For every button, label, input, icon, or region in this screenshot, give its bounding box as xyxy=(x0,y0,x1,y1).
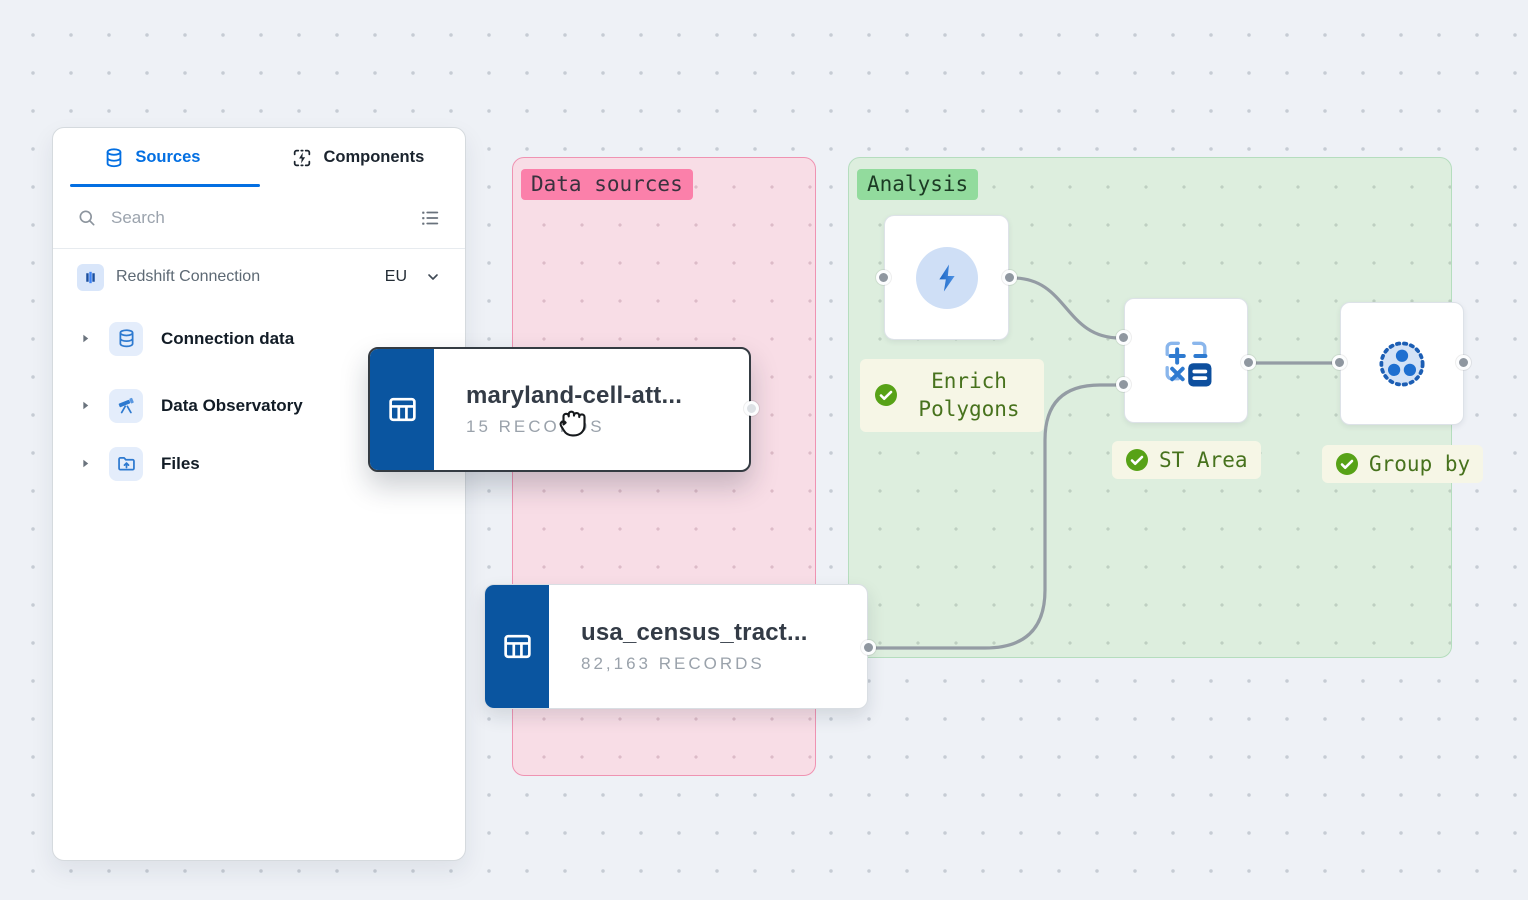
redshift-icon xyxy=(77,264,104,291)
status-label: ST Area xyxy=(1159,446,1248,474)
st-area-status-badge: ST Area xyxy=(1112,441,1261,479)
usa-output-port[interactable] xyxy=(861,640,876,655)
status-label: Group by xyxy=(1369,450,1470,478)
starea-output-port[interactable] xyxy=(1241,355,1256,370)
st-area-icon xyxy=(1155,330,1217,392)
source-node-records: 82,163 RECORDS xyxy=(581,654,867,674)
folder-upload-icon xyxy=(109,447,143,481)
enrich-output-port[interactable] xyxy=(1002,270,1017,285)
search-icon xyxy=(77,208,97,228)
source-node-title: maryland-cell-att... xyxy=(466,382,749,410)
tab-sources[interactable]: Sources xyxy=(53,128,251,187)
sidebar-item-label: Files xyxy=(161,454,200,474)
database-icon xyxy=(103,147,125,169)
starea-input-port-1[interactable] xyxy=(1116,330,1131,345)
source-node-records: 15 RECORDS xyxy=(466,417,749,437)
group-by-status-badge: Group by xyxy=(1322,445,1483,483)
source-node-title: usa_census_tract... xyxy=(581,619,867,647)
maryland-output-port[interactable] xyxy=(744,401,759,416)
sidebar-item-label: Data Observatory xyxy=(161,396,303,416)
chevron-down-icon[interactable] xyxy=(425,269,441,285)
chevron-right-icon[interactable] xyxy=(79,457,95,470)
status-label: Enrich Polygons xyxy=(908,367,1030,424)
grab-cursor-icon xyxy=(552,400,592,440)
table-icon xyxy=(370,349,434,470)
sources-panel: Sources Components xyxy=(52,127,466,861)
workflow-canvas[interactable]: Data sources Analysis xyxy=(0,0,1528,900)
active-tab-underline xyxy=(70,184,260,187)
search-input[interactable] xyxy=(111,208,405,228)
connection-region: EU xyxy=(385,268,407,286)
components-icon xyxy=(291,147,313,169)
enrich-polygons-node[interactable] xyxy=(884,215,1009,340)
search-bar xyxy=(53,187,465,249)
chevron-right-icon[interactable] xyxy=(79,332,95,345)
connection-name: Redshift Connection xyxy=(116,268,373,286)
check-circle-icon xyxy=(1335,452,1359,476)
usa-census-source-node[interactable]: usa_census_tract... 82,163 RECORDS xyxy=(484,584,868,709)
check-circle-icon xyxy=(874,383,898,407)
list-view-icon[interactable] xyxy=(419,207,441,229)
groupby-output-port[interactable] xyxy=(1456,355,1471,370)
lightning-icon xyxy=(916,247,978,309)
analysis-group-label: Analysis xyxy=(857,169,978,200)
st-area-node[interactable] xyxy=(1124,298,1248,423)
data-sources-group-label: Data sources xyxy=(521,169,693,200)
tab-components[interactable]: Components xyxy=(251,128,465,187)
enrich-input-port[interactable] xyxy=(876,270,891,285)
starea-input-port-2[interactable] xyxy=(1116,377,1131,392)
groupby-input-port[interactable] xyxy=(1332,355,1347,370)
database-icon xyxy=(109,322,143,356)
tab-components-label: Components xyxy=(323,148,424,167)
sidebar-item-label: Connection data xyxy=(161,329,294,349)
table-icon xyxy=(485,585,549,708)
chevron-right-icon[interactable] xyxy=(79,399,95,412)
enrich-polygons-status-badge: Enrich Polygons xyxy=(860,359,1044,432)
check-circle-icon xyxy=(1125,448,1149,472)
group-by-icon xyxy=(1369,331,1435,397)
panel-tabs: Sources Components xyxy=(53,128,465,187)
group-by-node[interactable] xyxy=(1340,302,1464,425)
connection-selector[interactable]: Redshift Connection EU xyxy=(53,249,465,305)
tab-sources-label: Sources xyxy=(135,148,200,167)
telescope-icon xyxy=(109,389,143,423)
